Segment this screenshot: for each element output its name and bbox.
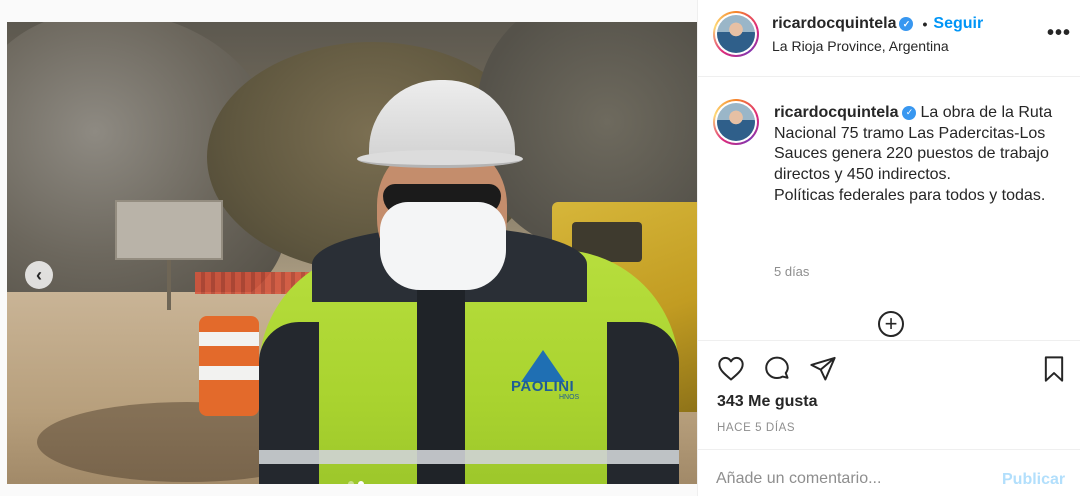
follow-button[interactable]: Seguir — [933, 15, 983, 33]
comment-divider — [698, 449, 1080, 450]
plus-circle-icon: + — [884, 311, 898, 336]
share-icon — [810, 356, 836, 381]
construction-worker-photo: PAOLINI HNOS — [7, 22, 697, 484]
save-button[interactable] — [1039, 354, 1069, 384]
separator-bullet: • — [922, 16, 928, 32]
previous-image-button[interactable]: ‹ — [25, 261, 53, 289]
avatar-photo — [717, 103, 755, 141]
avatar-photo — [717, 15, 755, 53]
header-divider — [698, 76, 1080, 77]
load-more-comments-button[interactable]: + — [878, 311, 904, 337]
header-avatar[interactable] — [713, 11, 759, 57]
post-sidebar: ricardocquintela ✓ • Seguir La Rioja Pro… — [697, 0, 1080, 496]
post-date[interactable]: HACE 5 DÍAS — [717, 422, 795, 434]
caption-timestamp: 5 días — [774, 264, 810, 279]
share-button[interactable] — [808, 354, 838, 384]
header-username[interactable]: ricardocquintela — [772, 15, 896, 33]
comment-icon — [765, 356, 789, 380]
carousel-dot-active — [358, 481, 364, 484]
header-user-row: ricardocquintela ✓ • Seguir — [772, 15, 983, 33]
more-icon[interactable]: ••• — [1047, 22, 1071, 45]
carousel-dot — [348, 481, 354, 484]
post-caption: ricardocquintela ✓ La obra de la Ruta Naci… — [774, 103, 1064, 207]
caption-text-line2: Políticas federales para todos y todas. — [774, 186, 1046, 204]
chevron-left-icon: ‹ — [36, 264, 42, 285]
caption-username[interactable]: ricardocquintela — [774, 104, 898, 121]
verified-icon: ✓ — [899, 17, 914, 31]
publish-button[interactable]: Publicar — [1002, 471, 1065, 489]
post-location[interactable]: La Rioja Province, Argentina — [772, 38, 949, 54]
caption-avatar[interactable] — [713, 99, 759, 145]
comment-input[interactable] — [716, 470, 986, 488]
like-count[interactable]: 343 Me gusta — [717, 393, 817, 411]
jacket-logo-text: PAOLINI — [511, 378, 575, 395]
jacket-logo-subtext: HNOS — [559, 394, 580, 401]
traffic-barrel — [199, 316, 259, 416]
post-image[interactable]: PAOLINI HNOS ‹ — [7, 22, 697, 484]
face-mask — [380, 202, 506, 290]
actions-divider — [698, 340, 1080, 341]
bookmark-icon — [1044, 356, 1064, 382]
heart-icon — [718, 356, 744, 381]
comment-button[interactable] — [762, 354, 792, 384]
carousel-indicator — [348, 481, 364, 484]
like-button[interactable] — [716, 354, 746, 384]
verified-icon: ✓ — [902, 105, 917, 120]
